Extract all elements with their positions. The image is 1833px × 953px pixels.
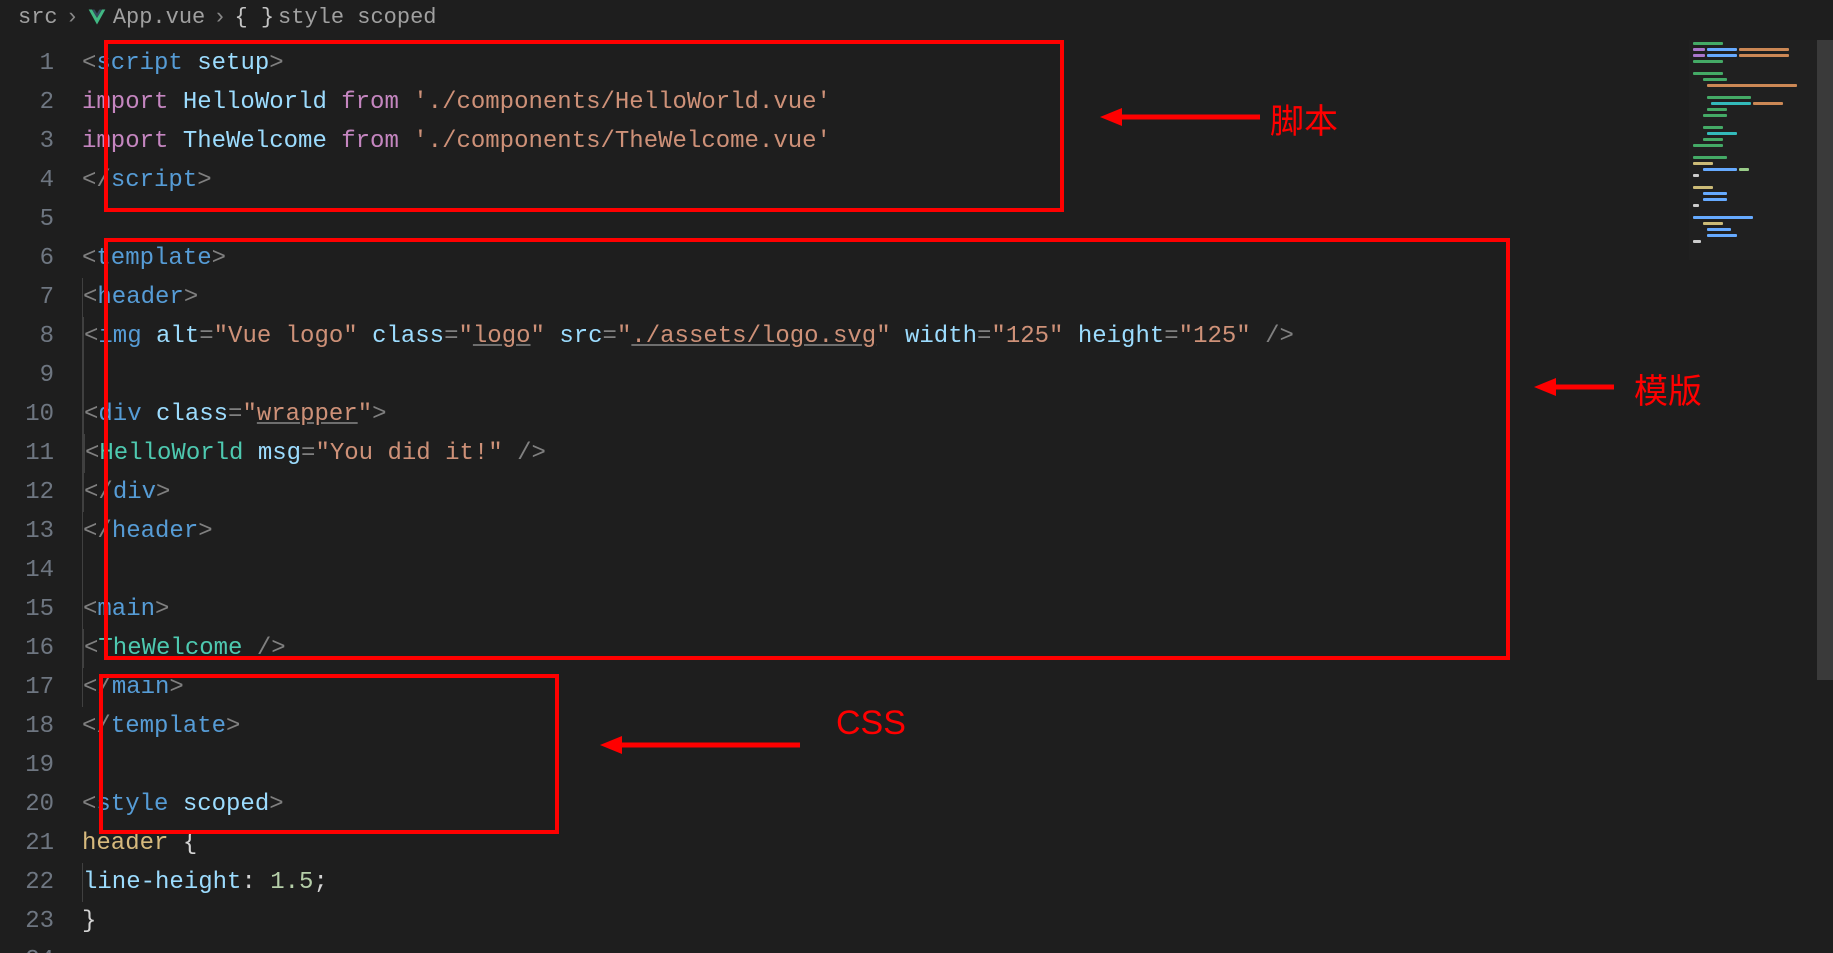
line-number[interactable]: 10 [0,395,82,434]
code-line[interactable]: </template> [82,707,1833,746]
line-number[interactable]: 7 [0,278,82,317]
scrollbar-thumb[interactable] [1817,40,1833,680]
code-line[interactable]: } [82,902,1833,941]
code-line[interactable]: <HelloWorld msg="You did it!" /> [82,434,1833,473]
line-number[interactable]: 1 [0,44,82,83]
line-number[interactable]: 2 [0,83,82,122]
chevron-right-icon: › [213,5,226,30]
line-number[interactable]: 12 [0,473,82,512]
vertical-scrollbar[interactable] [1817,34,1833,953]
vue-file-icon [87,7,107,27]
code-line[interactable]: <main> [82,590,1833,629]
code-line[interactable]: import HelloWorld from './components/Hel… [82,83,1833,122]
breadcrumb[interactable]: src › App.vue › { } style scoped [0,0,1833,34]
line-number[interactable]: 3 [0,122,82,161]
breadcrumb-seg-symbol[interactable]: style scoped [278,5,436,30]
gutter[interactable]: 1 2 3 4 5 6 7 8 9 10 11 12 13 14 15 16 1… [0,34,82,953]
code-line[interactable]: </script> [82,161,1833,200]
code-line[interactable] [82,200,1833,239]
line-number[interactable]: 19 [0,746,82,785]
code-line[interactable]: <template> [82,239,1833,278]
code-line[interactable]: <header> [82,278,1833,317]
chevron-right-icon: › [66,5,79,30]
symbol-namespace-icon: { } [234,5,274,30]
code-line[interactable]: header { [82,824,1833,863]
line-number[interactable]: 16 [0,629,82,668]
line-number[interactable]: 15 [0,590,82,629]
breadcrumb-seg-file[interactable]: App.vue [113,5,205,30]
editor-area: 1 2 3 4 5 6 7 8 9 10 11 12 13 14 15 16 1… [0,34,1833,953]
line-number[interactable]: 4 [0,161,82,200]
code-line[interactable]: <img alt="Vue logo" class="logo" src="./… [82,317,1833,356]
line-number[interactable]: 22 [0,863,82,902]
line-number[interactable]: 6 [0,239,82,278]
indent-guide [83,356,84,395]
code-line[interactable]: <div class="wrapper"> [82,395,1833,434]
code-line[interactable]: </header> [82,512,1833,551]
code-editor[interactable]: <script setup> import HelloWorld from '.… [82,34,1833,953]
minimap[interactable] [1689,40,1817,260]
breadcrumb-seg-src[interactable]: src [18,5,58,30]
line-number[interactable]: 21 [0,824,82,863]
line-number[interactable]: 14 [0,551,82,590]
line-number[interactable]: 8 [0,317,82,356]
code-line[interactable] [82,356,1833,395]
line-number[interactable]: 5 [0,200,82,239]
line-number[interactable]: 17 [0,668,82,707]
line-number[interactable]: 11 [0,434,82,473]
code-line[interactable]: <script setup> [82,44,1833,83]
code-line[interactable]: <TheWelcome /> [82,629,1833,668]
code-line[interactable]: import TheWelcome from './components/The… [82,122,1833,161]
code-line[interactable]: </main> [82,668,1833,707]
line-number[interactable]: 9 [0,356,82,395]
code-line[interactable]: </div> [82,473,1833,512]
code-line[interactable]: line-height: 1.5; [82,863,1833,902]
code-line[interactable]: <style scoped> [82,785,1833,824]
line-number[interactable]: 18 [0,707,82,746]
code-line[interactable] [82,551,1833,590]
line-number[interactable]: 23 [0,902,82,941]
line-number[interactable]: 13 [0,512,82,551]
line-number[interactable]: 24 [0,941,82,953]
indent-guide [82,551,83,590]
code-line[interactable] [82,746,1833,785]
line-number[interactable]: 20 [0,785,82,824]
